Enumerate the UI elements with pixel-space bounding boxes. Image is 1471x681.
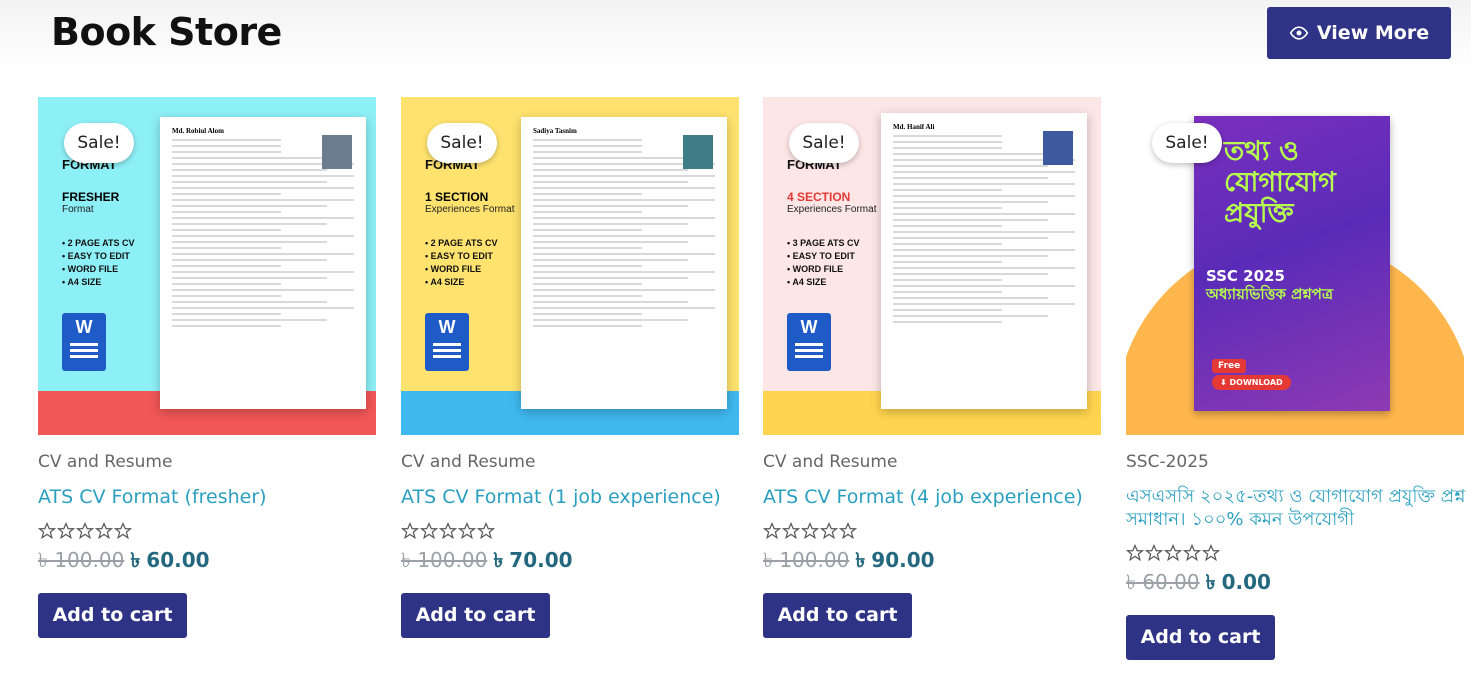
view-more-button[interactable]: View More <box>1267 7 1451 59</box>
star-outline-icon <box>114 521 132 539</box>
cv-photo <box>683 135 713 169</box>
word-file-icon: W <box>62 313 106 371</box>
star-outline-icon <box>95 521 113 539</box>
thumb-caption: FORMAT 1 SECTION Experiences Format • 2 … <box>425 157 515 287</box>
word-file-icon: W <box>787 313 831 371</box>
product-title[interactable]: ATS CV Format (fresher) <box>38 485 376 510</box>
product-category[interactable]: CV and Resume <box>38 452 376 472</box>
old-price: ৳ 100.00 <box>763 547 850 572</box>
star-outline-icon <box>1183 543 1201 561</box>
star-outline-icon <box>1126 543 1144 561</box>
star-outline-icon <box>477 521 495 539</box>
currency-symbol: ৳ <box>130 547 141 572</box>
star-outline-icon <box>38 521 56 539</box>
add-to-cart-button[interactable]: Add to cart <box>1126 614 1275 660</box>
star-outline-icon <box>1145 543 1163 561</box>
product-title[interactable]: ATS CV Format (1 job experience) <box>401 485 739 510</box>
rating-stars <box>38 521 376 540</box>
product-category[interactable]: CV and Resume <box>763 452 1101 472</box>
free-tag: Free <box>1212 359 1247 373</box>
cv-preview: Md. Hanif Ali <box>881 113 1087 409</box>
add-to-cart-button[interactable]: Add to cart <box>401 592 550 638</box>
product-category[interactable]: SSC-2025 <box>1126 452 1464 472</box>
cv-preview: Sadiya Tasnim <box>521 117 727 409</box>
view-more-label: View More <box>1316 22 1430 44</box>
eye-icon <box>1289 26 1309 40</box>
sale-badge: Sale! <box>1152 123 1222 163</box>
sale-badge: Sale! <box>427 123 497 163</box>
star-outline-icon <box>782 521 800 539</box>
product-card: Sale! FORMAT 1 SECTION Experiences Forma… <box>401 97 739 638</box>
add-to-cart-button[interactable]: Add to cart <box>38 592 187 638</box>
star-outline-icon <box>401 521 419 539</box>
product-price: ৳ 100.00 ৳ 60.00 <box>38 546 376 579</box>
product-price: ৳ 100.00 ৳ 90.00 <box>763 546 1101 579</box>
current-price: 70.00 <box>509 547 573 572</box>
sale-badge: Sale! <box>789 123 859 163</box>
old-price: ৳ 100.00 <box>38 547 125 572</box>
page-title: Book Store <box>51 10 282 54</box>
product-title[interactable]: এসএসসি ২০২৫-তথ্য ও যোগাযোগ প্রযুক্তি প্র… <box>1126 485 1471 532</box>
rating-stars <box>1126 543 1464 562</box>
product-thumbnail[interactable]: Sale! FORMAT 4 SECTION Experiences Forma… <box>763 97 1101 435</box>
cv-preview: Md. Robiul Alom <box>160 117 366 409</box>
product-card: Sale! FORMAT FRESHER Format • 2 PAGE ATS… <box>38 97 376 638</box>
current-price: 0.00 <box>1221 569 1271 594</box>
old-price: ৳ 60.00 <box>1126 569 1200 594</box>
star-outline-icon <box>820 521 838 539</box>
sale-badge: Sale! <box>64 123 134 163</box>
currency-symbol: ৳ <box>855 547 866 572</box>
product-card: Sale! তথ্য ও যোগাযোগ প্রযুক্তি SSC 2025 … <box>1126 97 1465 660</box>
product-thumbnail[interactable]: Sale! FORMAT 1 SECTION Experiences Forma… <box>401 97 739 435</box>
cv-photo <box>322 135 352 169</box>
star-outline-icon <box>1202 543 1220 561</box>
current-price: 90.00 <box>871 547 935 572</box>
download-tag: ⬇ DOWNLOAD <box>1212 375 1291 390</box>
star-outline-icon <box>839 521 857 539</box>
star-outline-icon <box>763 521 781 539</box>
currency-symbol: ৳ <box>1205 569 1216 594</box>
product-thumbnail[interactable]: Sale! তথ্য ও যোগাযোগ প্রযুক্তি SSC 2025 … <box>1126 97 1464 435</box>
star-outline-icon <box>439 521 457 539</box>
product-price: ৳ 100.00 ৳ 70.00 <box>401 546 739 579</box>
star-outline-icon <box>1164 543 1182 561</box>
product-price: ৳ 60.00 ৳ 0.00 <box>1126 568 1464 601</box>
star-outline-icon <box>57 521 75 539</box>
currency-symbol: ৳ <box>493 547 504 572</box>
product-thumbnail[interactable]: Sale! FORMAT FRESHER Format • 2 PAGE ATS… <box>38 97 376 435</box>
star-outline-icon <box>458 521 476 539</box>
book-cover: তথ্য ও যোগাযোগ প্রযুক্তি SSC 2025 অধ্যায… <box>1194 116 1390 411</box>
rating-stars <box>763 521 1101 540</box>
thumb-caption: FORMAT FRESHER Format • 2 PAGE ATS CV • … <box>62 157 135 287</box>
old-price: ৳ 100.00 <box>401 547 488 572</box>
cv-photo <box>1043 131 1073 165</box>
product-title[interactable]: ATS CV Format (4 job experience) <box>763 485 1101 510</box>
current-price: 60.00 <box>146 547 210 572</box>
rating-stars <box>401 521 739 540</box>
star-outline-icon <box>420 521 438 539</box>
word-file-icon: W <box>425 313 469 371</box>
star-outline-icon <box>801 521 819 539</box>
product-card: Sale! FORMAT 4 SECTION Experiences Forma… <box>763 97 1101 638</box>
add-to-cart-button[interactable]: Add to cart <box>763 592 912 638</box>
product-category[interactable]: CV and Resume <box>401 452 739 472</box>
star-outline-icon <box>76 521 94 539</box>
